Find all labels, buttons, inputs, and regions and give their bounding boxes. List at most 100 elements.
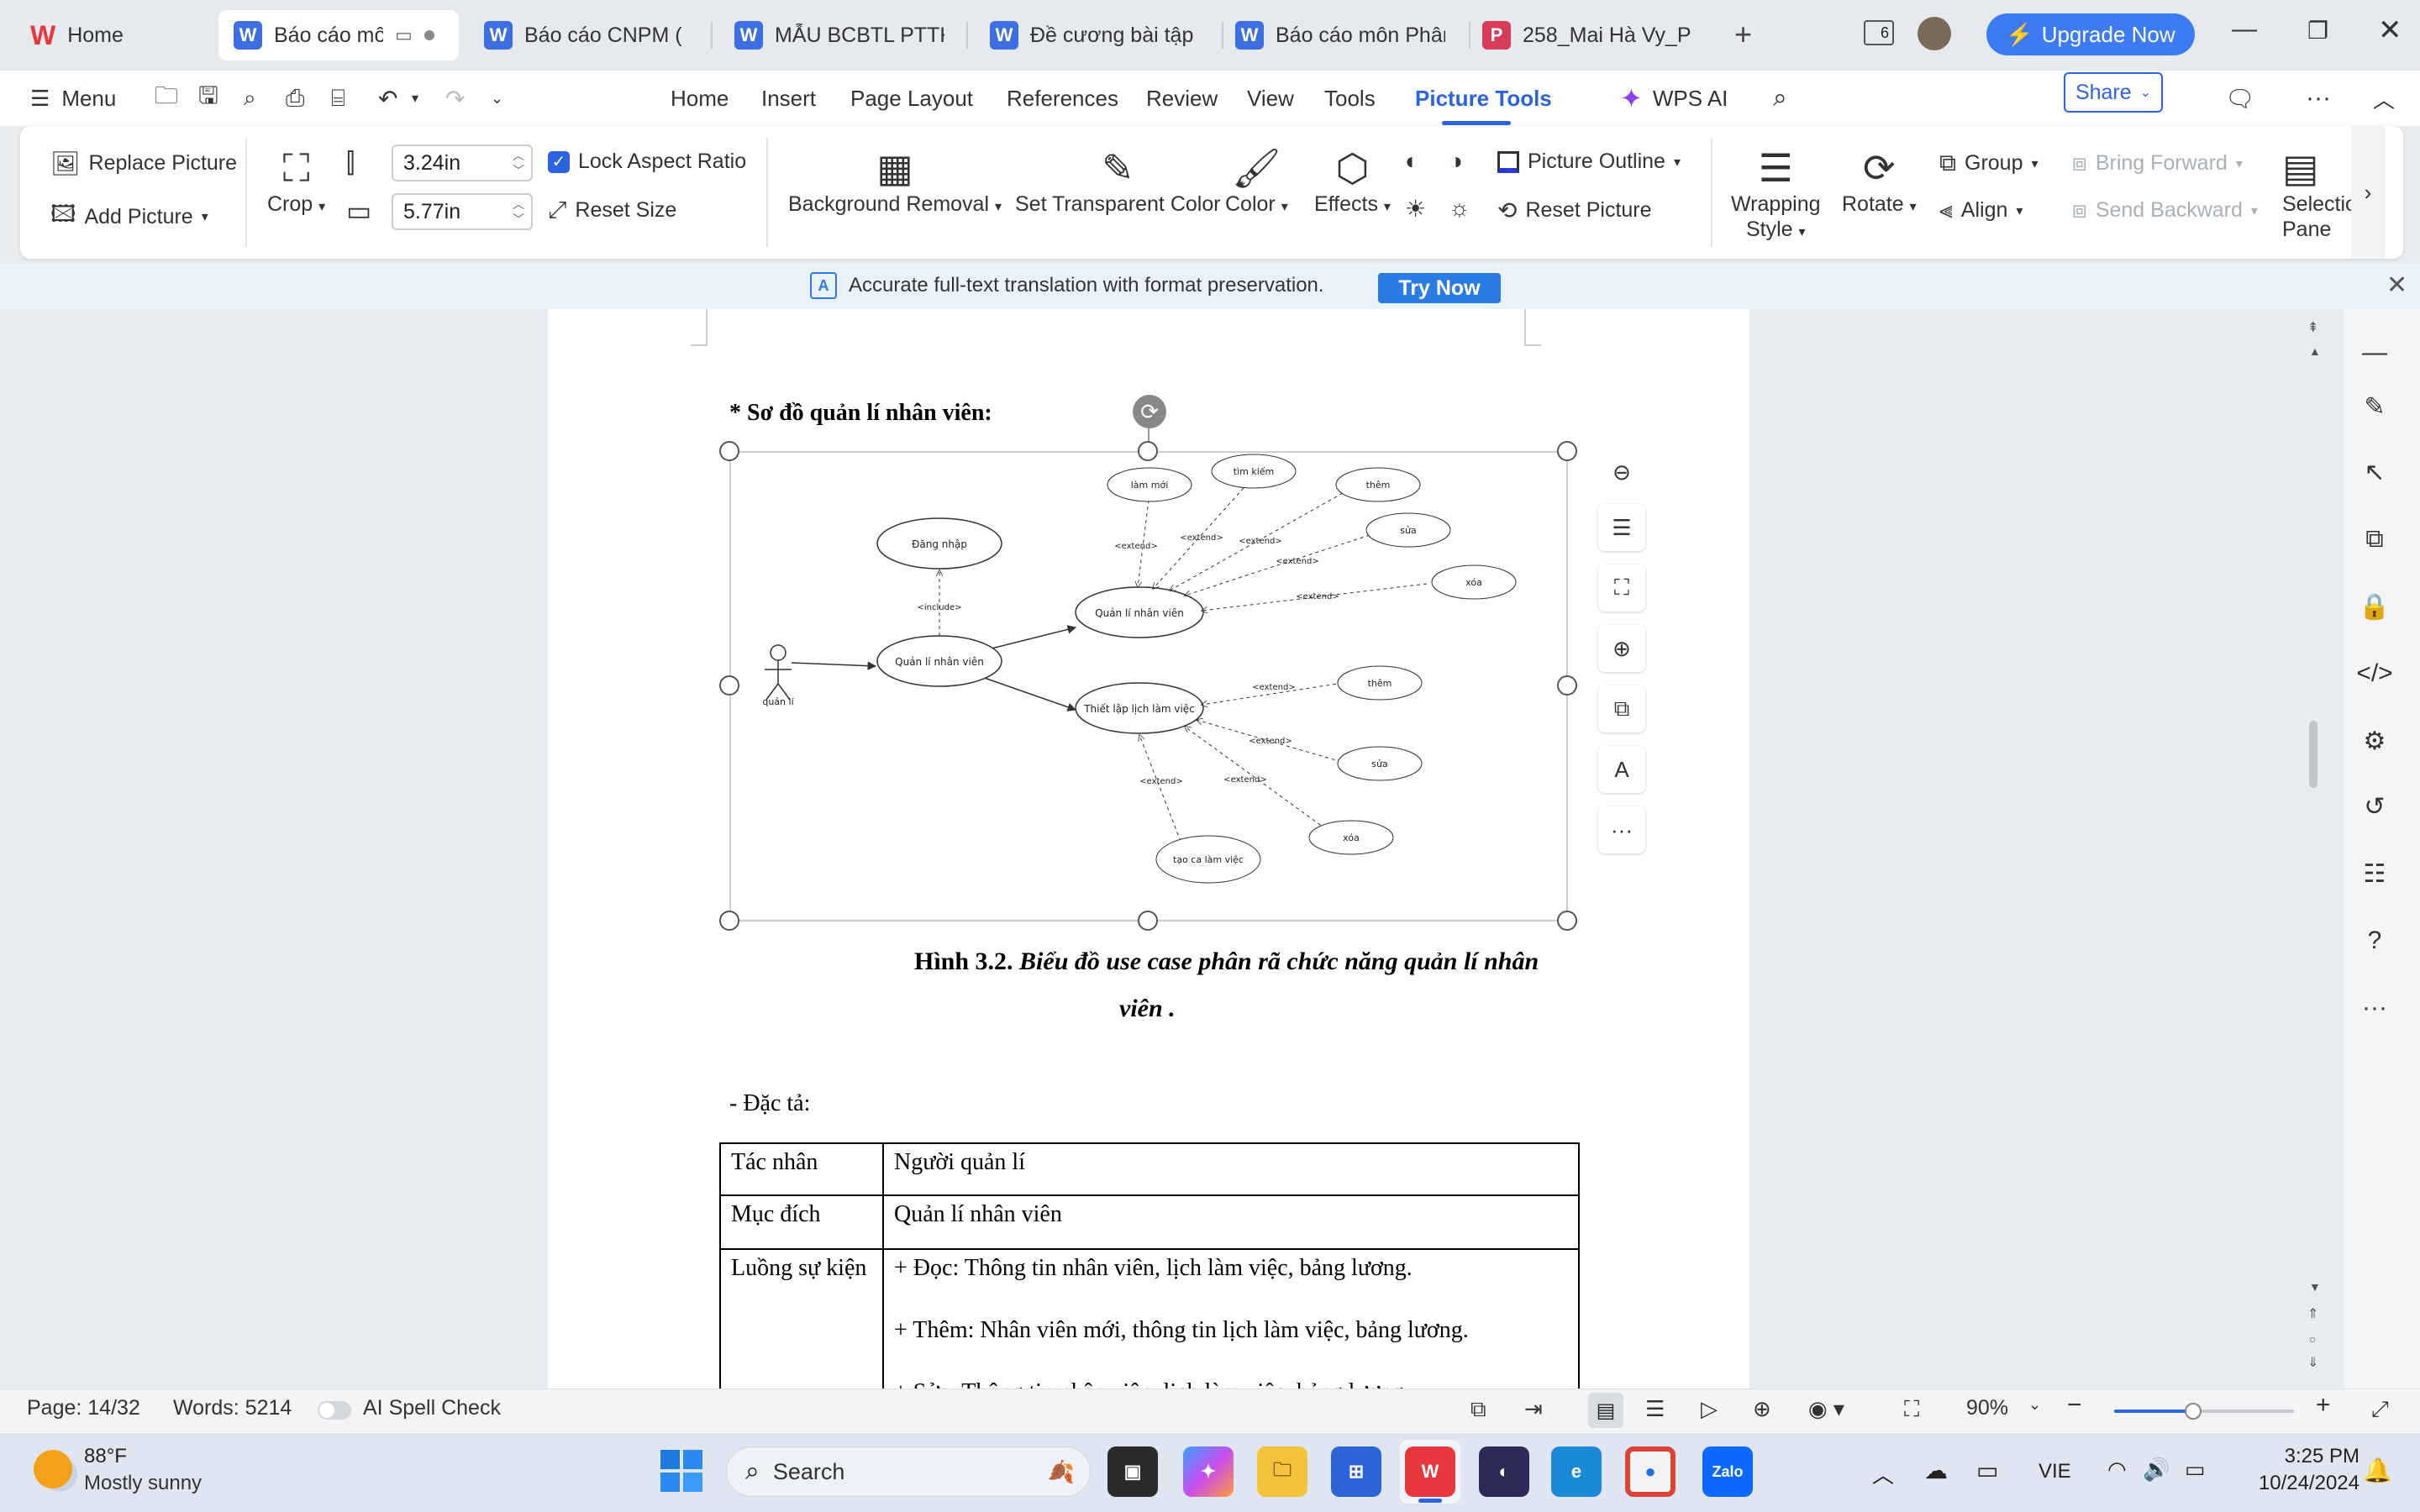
open-folder-icon[interactable]: 🗀 xyxy=(155,71,178,126)
resize-handle[interactable] xyxy=(1557,441,1577,461)
window-count-icon[interactable]: 6 xyxy=(1864,20,1894,45)
picture-to-text-icon[interactable]: A xyxy=(1598,746,1645,793)
copy-icon[interactable]: ⧉ xyxy=(1598,685,1645,732)
zoom-out-icon[interactable]: − xyxy=(2067,1391,2082,1420)
input-language[interactable]: VIE xyxy=(2039,1460,2071,1483)
reset-picture-button[interactable]: ⟲ Reset Picture xyxy=(1497,197,1652,224)
menu-view[interactable]: View xyxy=(1247,71,1294,126)
copilot-icon[interactable]: ✦ xyxy=(1183,1446,1234,1497)
lock-icon[interactable]: 🔒 xyxy=(2354,586,2395,627)
menu-insert[interactable]: Insert xyxy=(761,71,816,126)
more-icon[interactable]: ··· xyxy=(1598,806,1645,853)
zoom-slider[interactable] xyxy=(2114,1403,2294,1420)
selected-picture[interactable]: quản lí <include> Quản lí nhân viên Đăng… xyxy=(729,451,1568,921)
edit-pen-icon[interactable]: ✎ xyxy=(2354,386,2395,427)
width-input[interactable]: 5.77in ︿ ﹀ xyxy=(392,193,533,230)
spell-check-toggle[interactable] xyxy=(318,1401,351,1420)
tab-pdf[interactable]: P 258_Mai Hà Vy_Phâ xyxy=(1467,10,1707,60)
tab-document[interactable]: W Báo cáo CNPM (1). xyxy=(469,10,697,60)
decrease-brightness-icon[interactable]: ☼ xyxy=(1449,195,1470,222)
crop-icon[interactable]: ⛶ xyxy=(1598,564,1645,612)
resize-handle[interactable] xyxy=(1557,675,1577,696)
crop-button[interactable]: ⛶ Crop ▾ xyxy=(267,144,325,220)
doc-map-icon[interactable]: ⧉ xyxy=(1470,1396,1486,1423)
more-options-icon[interactable]: ··· xyxy=(2306,71,2331,126)
resize-handle[interactable] xyxy=(1557,911,1577,931)
resize-handle[interactable] xyxy=(719,441,739,461)
weather-temp[interactable]: 88°F xyxy=(84,1445,127,1468)
help-icon[interactable]: ? xyxy=(2354,921,2395,961)
microsoft-store-icon[interactable]: ⊞ xyxy=(1331,1446,1381,1497)
volume-icon[interactable]: 🔊 xyxy=(2143,1457,2170,1483)
background-removal-button[interactable]: ▦ Background Removal ▾ xyxy=(788,144,1002,220)
zoom-slider-thumb[interactable] xyxy=(2185,1403,2202,1420)
fullscreen-icon[interactable]: ⤢ xyxy=(2371,1396,2389,1423)
align-button[interactable]: ⫷ Align ▾ xyxy=(1939,197,2023,224)
menu-review[interactable]: Review xyxy=(1146,71,1218,126)
chrome-icon[interactable]: ● xyxy=(1625,1446,1676,1497)
increase-brightness-icon[interactable]: ☀ xyxy=(1405,195,1426,223)
send-backward-button[interactable]: ⧈ Send Backward ▾ xyxy=(2072,197,2258,224)
code-icon[interactable]: </> xyxy=(2354,654,2395,694)
eclipse-icon[interactable]: ◐ xyxy=(1479,1446,1529,1497)
minimize-icon[interactable]: — xyxy=(2232,15,2257,44)
undo-dropdown-icon[interactable]: ▾ xyxy=(412,71,418,126)
wifi-icon[interactable]: ◠ xyxy=(2107,1457,2127,1483)
zalo-icon[interactable]: Zalo xyxy=(1702,1446,1753,1497)
color-button[interactable]: 🖌 Color ▾ xyxy=(1225,144,1288,220)
menu-tools[interactable]: Tools xyxy=(1324,71,1376,126)
reset-size-button[interactable]: ⤢ Reset Size xyxy=(548,197,676,224)
zoom-dropdown-icon[interactable]: ⌄ xyxy=(2028,1396,2041,1414)
search-icon[interactable]: ⌕ xyxy=(1773,71,1787,126)
taskbar-search[interactable]: ⌕ Search 🍂 xyxy=(726,1446,1091,1497)
weather-icon[interactable] xyxy=(34,1450,72,1488)
undo-icon[interactable]: ↶ xyxy=(378,71,397,126)
upgrade-now-button[interactable]: ⚡ Upgrade Now xyxy=(1986,13,2195,55)
notification-bell-icon[interactable]: 🔔 xyxy=(2363,1457,2392,1484)
select-cursor-icon[interactable]: ↖ xyxy=(2354,452,2395,492)
menu-home[interactable]: Home xyxy=(671,71,729,126)
spinner-arrows-icon[interactable]: ︿ ﹀ xyxy=(513,148,524,178)
print-preview-icon[interactable]: ⌸ xyxy=(331,71,345,126)
height-input[interactable]: 3.24in ︿ ﹀ xyxy=(392,144,533,181)
close-banner-icon[interactable]: ✕ xyxy=(2386,270,2407,300)
avatar[interactable] xyxy=(1918,17,1951,50)
menu-picture-tools[interactable]: Picture Tools xyxy=(1415,71,1552,126)
unsaved-dot-icon[interactable] xyxy=(424,30,434,40)
collapse-ribbon-icon[interactable]: ︿ xyxy=(2373,71,2395,126)
save-icon[interactable]: 🖫 xyxy=(198,71,218,126)
set-transparent-color-button[interactable]: ✎ Set Transparent Color xyxy=(1015,144,1221,217)
comment-icon[interactable]: 🗨 xyxy=(2225,71,2255,126)
tab-document[interactable]: W Báo cáo môn Phân xyxy=(1220,10,1460,60)
clear-format-icon[interactable]: ⧉ xyxy=(2354,519,2395,559)
device-icon[interactable]: ▭ xyxy=(1976,1457,1998,1484)
lock-aspect-ratio-checkbox[interactable]: ✓ Lock Aspect Ratio xyxy=(548,150,746,174)
history-icon[interactable]: ↺ xyxy=(2354,786,2395,827)
clock-time[interactable]: 3:25 PM xyxy=(2275,1445,2360,1468)
add-picture-button[interactable]: 🖾 Add Picture ▾ xyxy=(50,197,208,237)
menu-references[interactable]: References xyxy=(1007,71,1118,126)
format-painter-icon[interactable]: ⌕ xyxy=(244,71,256,126)
zoom-level[interactable]: 90% xyxy=(1966,1396,2008,1420)
windows-start-icon[interactable] xyxy=(660,1450,702,1492)
collapse-toolbar-icon[interactable]: ⊖ xyxy=(1598,449,1645,496)
task-view-icon[interactable]: ▣ xyxy=(1107,1446,1158,1497)
scroll-down-icon[interactable]: ▼ xyxy=(2309,1280,2321,1294)
play-icon[interactable]: ▷ xyxy=(1701,1396,1718,1422)
menu-page-layout[interactable]: Page Layout xyxy=(850,71,973,126)
restore-icon[interactable]: ❐ xyxy=(2307,17,2328,45)
fit-page-icon[interactable]: ⛶ xyxy=(1904,1396,1919,1423)
close-window-icon[interactable]: ✕ xyxy=(2378,13,2402,47)
decrease-contrast-icon[interactable]: ◑ xyxy=(1449,148,1463,175)
spinner-arrows-icon[interactable]: ︿ ﹀ xyxy=(513,197,524,227)
export-icon[interactable]: ⇥ xyxy=(1524,1396,1543,1422)
new-tab-plus-icon[interactable]: + xyxy=(1734,17,1752,52)
settings-sliders-icon[interactable]: ⚙ xyxy=(2354,721,2395,761)
word-count[interactable]: Words: 5214 xyxy=(173,1396,292,1420)
browse-object-icon[interactable]: ○ xyxy=(2309,1332,2316,1346)
tab-active-document[interactable]: W Báo cáo môn ▭ xyxy=(218,10,459,60)
wps-ai-button[interactable]: ✦ WPS AI xyxy=(1620,71,1728,126)
group-button[interactable]: ⧉ Group ▾ xyxy=(1939,150,2039,177)
battery-icon[interactable]: ▭ xyxy=(2185,1457,2206,1483)
increase-contrast-icon[interactable]: ◐ xyxy=(1405,148,1419,175)
